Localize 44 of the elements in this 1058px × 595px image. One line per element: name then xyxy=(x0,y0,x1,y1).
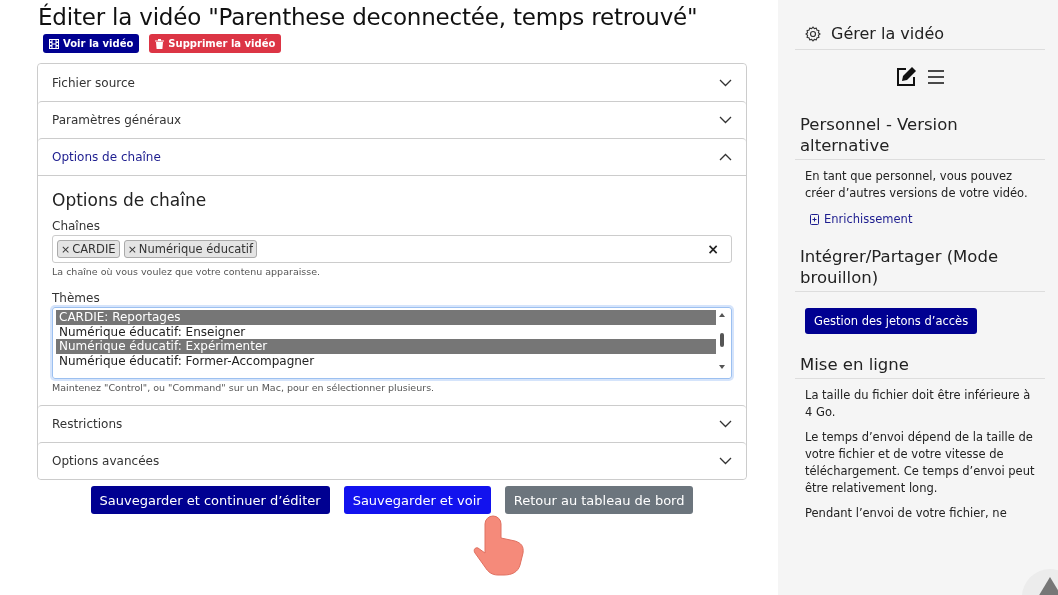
chevron-down-icon xyxy=(719,78,732,87)
theme-option[interactable]: CARDIE: Reportages xyxy=(56,310,716,325)
tag-label: CARDIE xyxy=(72,242,116,256)
edit-icon[interactable] xyxy=(895,66,917,88)
chevron-up-icon xyxy=(719,153,732,161)
tag-label: Numérique éducatif xyxy=(138,242,254,256)
theme-option[interactable]: Numérique éducatif: Former-Accompagner xyxy=(56,353,716,368)
theme-option[interactable]: Numérique éducatif: Enseigner xyxy=(56,324,716,339)
section-heading: Intégrer/Partager (Mode brouillon) xyxy=(795,246,1045,292)
form-button[interactable]: Sauvegarder et voir xyxy=(343,486,491,514)
enrichment-link[interactable]: Enrichissement xyxy=(810,212,1030,226)
theme-option[interactable]: Numérique éducatif: Expérimenter xyxy=(56,339,716,354)
film-icon xyxy=(49,38,59,49)
form-button[interactable]: Sauvegarder et continuer d’éditer xyxy=(90,486,330,514)
access-tokens-button[interactable]: Gestion des jetons d’accès xyxy=(805,308,978,334)
chevron-down-icon xyxy=(719,116,732,124)
field-label: Thèmes xyxy=(52,291,101,305)
chevron-down-icon xyxy=(719,457,732,465)
channels-select[interactable]: × CARDIE × Numérique éducatif × xyxy=(52,235,732,263)
trash-icon xyxy=(155,38,165,49)
section-heading: Options de chaîne xyxy=(52,190,208,210)
clear-button[interactable]: × xyxy=(707,241,719,257)
sidebar-title: Gérer la vidéo xyxy=(831,24,944,43)
plus-square-icon xyxy=(810,213,819,225)
accordion-header[interactable]: Options avancées xyxy=(38,442,746,479)
view-video-button[interactable]: Voir la vidéo xyxy=(43,34,140,53)
triangle-up-icon xyxy=(1038,577,1058,595)
section-heading: Mise en ligne xyxy=(795,354,1045,379)
section-heading: Personnel - Version alternative xyxy=(795,114,1045,160)
form-button[interactable]: Retour au tableau de bord xyxy=(504,486,694,514)
page-title: Éditer la vidéo "Parenthese deconnectée, temps retrouvé" xyxy=(38,4,699,30)
paragraph: La taille du fichier doit être inférieure à 4 Go. xyxy=(805,387,1032,421)
themes-listbox[interactable]: CARDIE: Reportages Numérique éducatif: Enseigner Numérique éducatif: Expérimenter Numérique éducatif: Former-Accompagner xyxy=(52,307,732,379)
field-label: Chaînes xyxy=(52,219,101,233)
settings-icon xyxy=(805,25,821,42)
paragraph: Pendant l’envoi de votre fichier, ne xyxy=(805,505,1008,522)
paragraph: En tant que personnel, vous pouvez créer d’autres versions de votre vidéo. xyxy=(805,168,1029,202)
remove-tag-button[interactable]: × xyxy=(127,242,137,256)
help-text: Maintenez "Control", ou "Command" sur un Mac, pour en sélectionner plusieurs. xyxy=(52,382,436,393)
remove-tag-button[interactable]: × xyxy=(61,242,71,256)
help-text: La chaîne où vous voulez que votre contenu apparaisse. xyxy=(52,266,322,277)
paragraph: Le temps d’envoi dépend de la taille de votre fichier et de votre vitesse de téléchargement. Ce temps d’envoi peut être relativement long. xyxy=(805,429,1035,497)
delete-video-button[interactable]: Supprimer la vidéo xyxy=(149,34,282,53)
chevron-down-icon xyxy=(719,420,732,428)
